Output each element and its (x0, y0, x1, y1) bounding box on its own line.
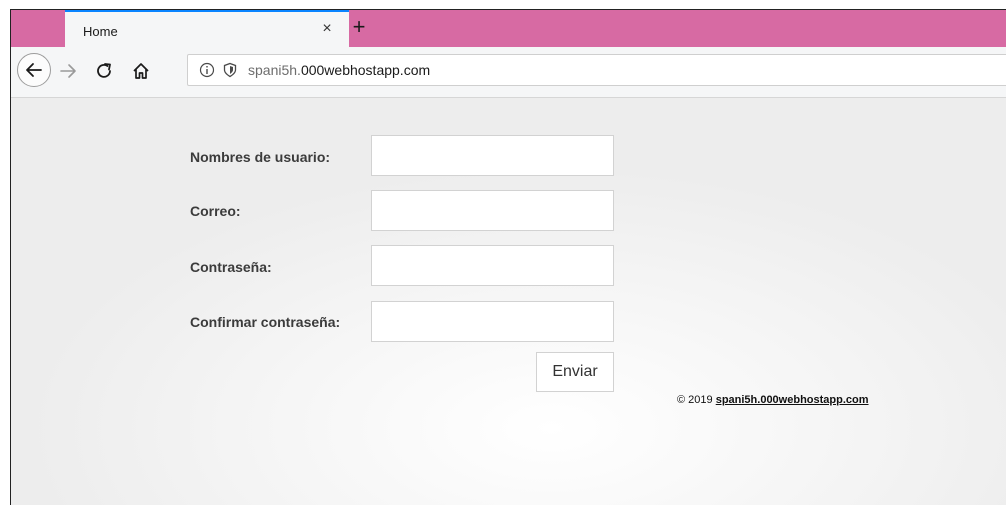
tab-strip: Home × + (11, 10, 1006, 47)
footer-copyright: © 2019 (677, 394, 713, 406)
address-bar[interactable]: spani5h.000webhostapp.com (187, 54, 1006, 86)
url-domain: 000webhostapp.com (300, 62, 431, 78)
new-tab-button[interactable]: + (347, 14, 371, 40)
footer-link[interactable]: spani5h.000webhostapp.com (716, 394, 869, 406)
url-text[interactable]: spani5h.000webhostapp.com (248, 62, 430, 78)
home-icon[interactable] (132, 62, 150, 80)
footer: © 2019 spani5h.000webhostapp.com (677, 394, 869, 406)
back-button[interactable] (17, 53, 51, 87)
reload-icon[interactable] (95, 62, 113, 80)
back-arrow-icon (26, 63, 42, 77)
username-label: Nombres de usuario: (190, 149, 331, 165)
confirm-password-input[interactable] (371, 301, 614, 342)
tab-close-icon[interactable]: × (317, 19, 337, 39)
browser-window: Home × + spani5h.000webhostapp.com Nombr… (10, 9, 1006, 505)
navigation-toolbar: spani5h.000webhostapp.com (11, 47, 1006, 98)
page-content: Nombres de usuario: Correo: Contraseña: … (11, 98, 1006, 505)
tab-title: Home (83, 24, 118, 39)
password-label: Contraseña: (190, 259, 272, 275)
username-input[interactable] (371, 135, 614, 176)
info-icon[interactable] (199, 62, 215, 78)
submit-button[interactable]: Enviar (536, 352, 614, 392)
tracking-shield-icon[interactable] (222, 62, 238, 78)
email-label: Correo: (190, 203, 241, 219)
password-input[interactable] (371, 245, 614, 286)
forward-arrow-icon[interactable] (59, 62, 77, 80)
url-subdomain: spani5h. (248, 62, 301, 78)
email-input[interactable] (371, 190, 614, 231)
confirm-password-label: Confirmar contraseña: (190, 314, 341, 330)
tab-home[interactable]: Home × (65, 10, 349, 47)
